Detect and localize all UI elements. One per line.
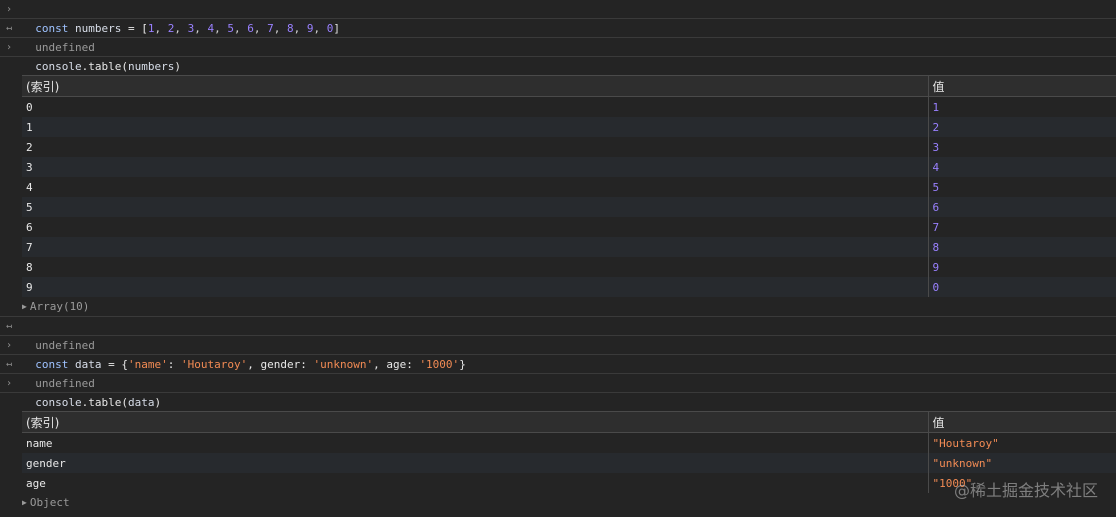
table-row: 12 <box>22 117 1116 137</box>
console-table-data: (索引) 值 name "Houtaroy" gender "unknown" ag… <box>22 411 1116 493</box>
watermark: @稀土掘金技术社区 <box>953 481 1098 500</box>
value-cell: 3 <box>927 137 1116 157</box>
value-cell: 1 <box>927 96 1116 117</box>
index-cell: 9 <box>22 277 928 297</box>
value-cell: 2 <box>927 117 1116 137</box>
index-cell: 7 <box>22 237 928 257</box>
chevron-right-icon: › <box>6 378 13 389</box>
console-input-line[interactable]: › console.table(data) <box>0 374 1116 409</box>
value-cell: 7 <box>927 217 1116 237</box>
value-cell: 0 <box>927 277 1116 297</box>
table-row: name "Houtaroy" <box>22 432 1116 453</box>
index-cell: name <box>22 432 928 453</box>
table-row: 78 <box>22 237 1116 257</box>
index-cell: 5 <box>22 197 928 217</box>
value-cell: "unknown" <box>927 453 1116 473</box>
index-cell: 4 <box>22 177 928 197</box>
column-header-value[interactable]: 值 <box>927 75 1116 97</box>
console-input-line[interactable]: › const data = {'name': 'Houtaroy', gende… <box>0 336 1116 371</box>
column-header-index[interactable]: (索引) <box>22 75 928 97</box>
triangle-right-icon: ▶ <box>22 498 27 507</box>
table-header-row: (索引) 值 <box>22 75 1116 97</box>
console-table-block: (索引) 值 name "Houtaroy" gender "unknown" ag… <box>0 393 1116 512</box>
value-cell: 9 <box>927 257 1116 277</box>
object-summary-toggle[interactable]: ▶ Object <box>22 493 1116 512</box>
table-row: 45 <box>22 177 1116 197</box>
index-cell: 1 <box>22 117 928 137</box>
triangle-right-icon: ▶ <box>22 302 27 311</box>
value-cell: 6 <box>927 197 1116 217</box>
column-header-index[interactable]: (索引) <box>22 411 928 433</box>
table-row: age "1000" <box>22 473 1116 493</box>
chevron-right-icon: › <box>6 4 13 15</box>
index-cell: 6 <box>22 217 928 237</box>
array-summary-toggle[interactable]: ▶ Array(10) <box>22 297 1116 316</box>
chevron-right-icon: › <box>6 42 13 53</box>
console-table-block: (索引) 值 01 12 23 34 45 56 67 78 89 90 ▶ Ar… <box>0 57 1116 317</box>
chevron-right-icon: › <box>6 340 13 351</box>
value-cell: 8 <box>927 237 1116 257</box>
return-arrow-icon: ↤ <box>6 321 13 332</box>
table-row: 34 <box>22 157 1116 177</box>
table-row: 56 <box>22 197 1116 217</box>
table-row: 90 <box>22 277 1116 297</box>
console-input-line[interactable]: › console.table(numbers) <box>0 38 1116 73</box>
value-cell: 5 <box>927 177 1116 197</box>
return-arrow-icon: ↤ <box>6 23 13 34</box>
console-output-line: ↤ undefined <box>0 19 1116 54</box>
column-header-value[interactable]: 值 <box>927 411 1116 433</box>
table-row: 01 <box>22 96 1116 117</box>
table-row: gender "unknown" <box>22 453 1116 473</box>
console-table-numbers: (索引) 值 01 12 23 34 45 56 67 78 89 90 <box>22 75 1116 297</box>
console-output-line: ↤ undefined <box>0 317 1116 352</box>
table-header-row: (索引) 值 <box>22 411 1116 433</box>
console-input-line[interactable]: › const numbers = [1, 2, 3, 4, 5, 6, 7, 8… <box>0 0 1116 35</box>
index-cell: 2 <box>22 137 928 157</box>
index-cell: age <box>22 473 928 493</box>
value-cell: 4 <box>927 157 1116 177</box>
return-arrow-icon: ↤ <box>6 359 13 370</box>
table-row: 23 <box>22 137 1116 157</box>
index-cell: 3 <box>22 157 928 177</box>
index-cell: 0 <box>22 96 928 117</box>
index-cell: gender <box>22 453 928 473</box>
table-row: 89 <box>22 257 1116 277</box>
value-cell: "Houtaroy" <box>927 432 1116 453</box>
table-row: 67 <box>22 217 1116 237</box>
index-cell: 8 <box>22 257 928 277</box>
console-output-line: ↤ undefined <box>0 355 1116 390</box>
